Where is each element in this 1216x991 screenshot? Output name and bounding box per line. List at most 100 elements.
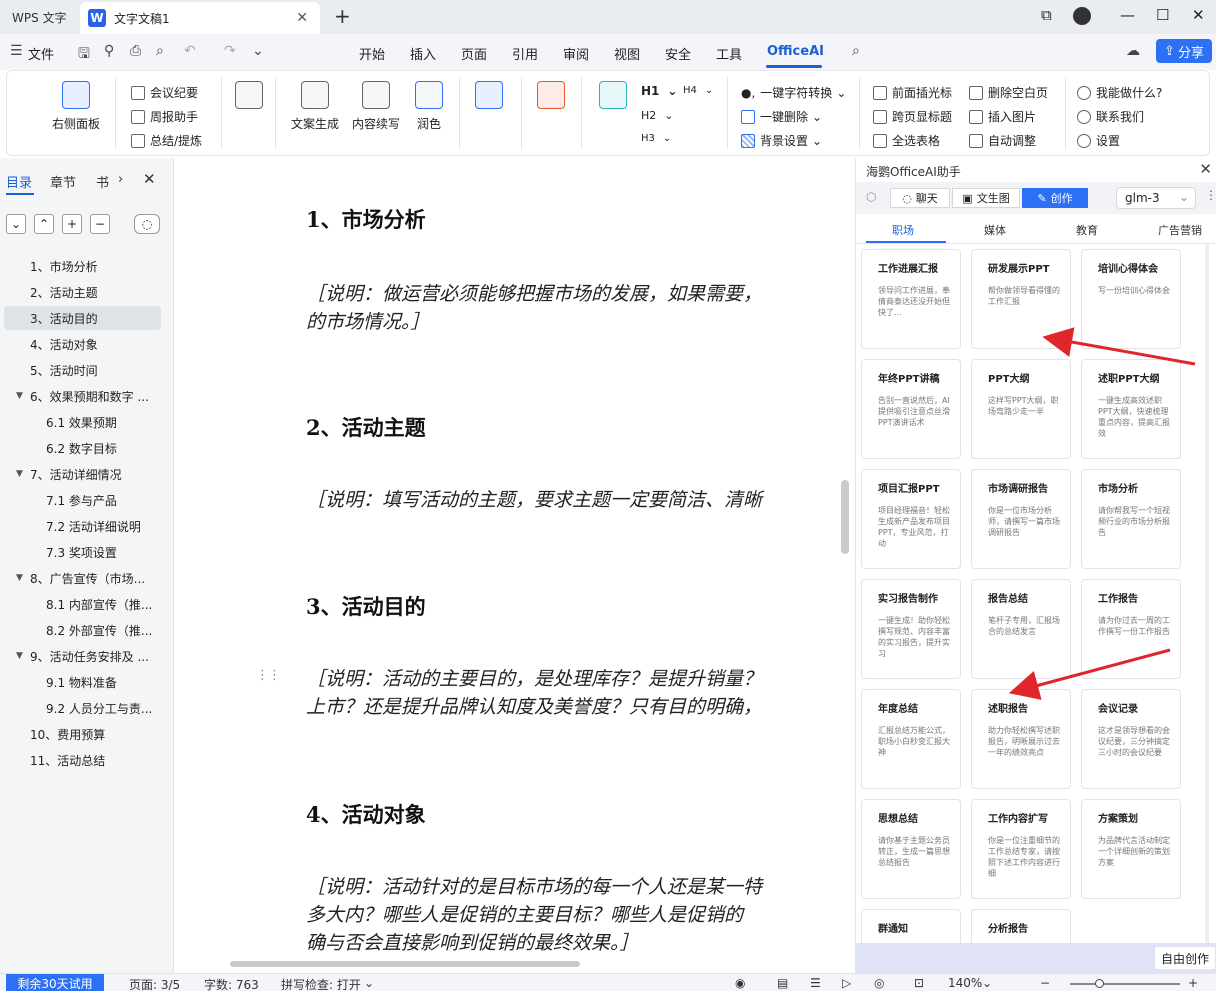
section-paragraph-line[interactable]: 多大内？哪些人是促销的主要目标？哪些人是促销的	[306, 901, 839, 929]
tab-review[interactable]: 审阅	[563, 44, 589, 63]
template-card[interactable]: 报告总结 笔杆子专用，汇报场合的总结发言	[971, 579, 1071, 679]
collapse-down-icon[interactable]: ⌄	[6, 214, 26, 234]
char-convert-button[interactable]: ●, 一键字符转换 ⌄	[741, 84, 846, 101]
section-heading[interactable]: 3、活动目的	[306, 591, 426, 621]
template-card[interactable]: 项目汇报PPT 项目经理福音！轻松生成新产品发布项目PPT，专业风范，打动	[861, 469, 961, 569]
section-paragraph-line[interactable]: ［说明：填写活动的主题，要求主题一定要简洁、清晰	[306, 486, 839, 514]
expand-arrow-icon[interactable]: ▼	[16, 391, 23, 401]
vertical-scrollbar[interactable]	[841, 480, 849, 554]
section-paragraph-line[interactable]: ［说明：活动的主要目的，是处理库存？是提升销量？	[306, 665, 839, 693]
category-advertising[interactable]: 广告营销	[1158, 222, 1202, 238]
cross-page-title-button[interactable]: 跨页显标题	[873, 108, 952, 125]
template-card[interactable]: 会议记录 这才是领导想看的会议纪要，三分钟搞定三小时的会议纪要	[1081, 689, 1181, 789]
restore-window-icon[interactable]: ⧉	[1041, 6, 1052, 24]
section-paragraph-line[interactable]: ［说明：做运营必须能够把握市场的发展，如果需要，	[306, 280, 839, 308]
close-tab-icon[interactable]: ✕	[296, 10, 308, 26]
toc-item[interactable]: ▼ 6、效果预期和数字 ...	[4, 384, 161, 408]
translate-button[interactable]	[475, 81, 503, 115]
expand-arrow-icon[interactable]: ▼	[16, 573, 23, 583]
settings-button[interactable]: 设置	[1077, 132, 1120, 149]
play-icon[interactable]: ▷	[842, 976, 851, 990]
search-icon[interactable]: ⌕	[852, 43, 860, 59]
model-select[interactable]: glm-3 ⌄	[1116, 187, 1196, 209]
zoom-slider[interactable]	[1070, 983, 1180, 985]
toc-item[interactable]: 8.2 外部宣传（推...	[4, 618, 161, 642]
panel-scrollbar[interactable]	[1205, 244, 1209, 943]
toc-item[interactable]: 4、活动对象	[4, 332, 161, 356]
section-paragraph-line[interactable]: 上市？还是提升品牌认知度及美誉度？只有目的明确，	[306, 693, 839, 721]
insert-cursor-button[interactable]: 前面插光标	[873, 84, 952, 101]
zoom-out-icon[interactable]: −	[1040, 976, 1050, 990]
spell-check[interactable]: 拼写检查: 打开	[281, 976, 361, 991]
section-heading[interactable]: 2、活动主题	[306, 412, 426, 442]
tab-view[interactable]: 视图	[614, 44, 640, 63]
tab-bookmark[interactable]: 书	[96, 172, 109, 191]
avatar[interactable]	[1073, 7, 1091, 25]
web-view-icon[interactable]: ◎	[874, 976, 884, 990]
share-button[interactable]: ⇪ 分享	[1156, 39, 1212, 63]
template-card[interactable]: 市场调研报告 你是一位市场分析师，请撰写一篇市场调研报告	[971, 469, 1071, 569]
toc-item[interactable]: 7.2 活动详细说明	[4, 514, 161, 538]
section-heading[interactable]: 4、活动对象	[306, 799, 426, 829]
tab-page[interactable]: 页面	[461, 44, 487, 63]
chevron-down-icon[interactable]: ⌄	[364, 976, 374, 990]
file-menu[interactable]: 文件	[28, 44, 54, 63]
toc-item[interactable]: 5、活动时间	[4, 358, 161, 382]
delete-blank-page-button[interactable]: 删除空白页	[969, 84, 1048, 101]
summary-button[interactable]: 总结/提炼	[131, 132, 202, 149]
tab-document[interactable]: W 文字文稿1 ✕	[80, 2, 320, 34]
expand-arrow-icon[interactable]: ▼	[16, 651, 23, 661]
free-create-button[interactable]: 自由创作	[1154, 947, 1215, 969]
chevron-down-icon[interactable]: ⌄	[982, 976, 992, 990]
heading1-button[interactable]: H1 ⌄	[641, 84, 677, 98]
tab-officeai[interactable]: OfficeAI	[767, 44, 824, 59]
toc-item[interactable]: ▼ 7、活动详细情况	[4, 462, 161, 486]
new-tab-icon[interactable]: +	[334, 4, 351, 28]
mode-chat-button[interactable]: ◌ 聊天	[890, 188, 950, 208]
tab-toc[interactable]: 目录	[6, 172, 32, 191]
zoom-in-icon[interactable]: +	[1188, 976, 1198, 990]
template-card[interactable]: 工作报告 请为你过去一周的工作撰写一份工作报告	[1081, 579, 1181, 679]
auto-adjust-button[interactable]: 自动调整	[969, 132, 1036, 149]
heading2-button[interactable]: H2 ⌄	[641, 109, 674, 122]
page-indicator[interactable]: 页面: 3/5	[129, 976, 180, 991]
section-paragraph-line[interactable]: ［说明：活动针对的是目标市场的每一个人还是某一特	[306, 873, 839, 901]
tab-security[interactable]: 安全	[665, 44, 691, 63]
template-card[interactable]: 工作进展汇报 领导问工作进展，奉倩商泰达还没开始但快了...	[861, 249, 961, 349]
template-card[interactable]: 述职报告 助力你轻松撰写述职报告，明晰展示过去一年的绩效亮点	[971, 689, 1071, 789]
title-style-button[interactable]	[599, 81, 627, 115]
tab-chapter[interactable]: 章节	[50, 172, 76, 191]
tab-start[interactable]: 开始	[359, 44, 385, 63]
mode-create-button[interactable]: ✎ 创作	[1022, 188, 1088, 208]
contact-us-button[interactable]: 联系我们	[1077, 108, 1144, 125]
smart-toc-icon[interactable]: ◌	[134, 214, 160, 234]
tab-wps-home[interactable]: WPS 文字	[0, 0, 78, 34]
maximize-icon[interactable]: ☐	[1156, 6, 1169, 24]
zoom-slider-handle[interactable]	[1095, 979, 1104, 988]
minimize-icon[interactable]: —	[1120, 6, 1135, 24]
background-setting-button[interactable]: 背景设置 ⌄	[741, 132, 822, 149]
category-job[interactable]: 职场	[892, 222, 914, 238]
toc-item[interactable]: 3、活动目的	[4, 306, 161, 330]
tab-reference[interactable]: 引用	[512, 44, 538, 63]
eye-icon[interactable]: ◉	[735, 976, 745, 990]
toc-item[interactable]: 9.2 人员分工与责...	[4, 696, 161, 720]
collapse-up-icon[interactable]: ⌃	[34, 214, 54, 234]
toc-item[interactable]: 7.3 奖项设置	[4, 540, 161, 564]
tab-insert[interactable]: 插入	[410, 44, 436, 63]
outline-view-icon[interactable]: ☰	[810, 976, 821, 990]
template-card[interactable]: 述职PPT大纲 一键生成高效述职PPT大纲，快速梳理重点内容，提高汇报效	[1081, 359, 1181, 459]
toc-item[interactable]: 8.1 内部宣传（推...	[4, 592, 161, 616]
word-count[interactable]: 字数: 763	[204, 976, 259, 991]
print-icon[interactable]: ⎙	[130, 43, 141, 59]
right-panel-button[interactable]: 右侧面板	[52, 81, 100, 132]
toc-item[interactable]: 6.2 数字目标	[4, 436, 161, 460]
select-table-button[interactable]: 全选表格	[873, 132, 940, 149]
trial-badge[interactable]: 剩余30天试用	[6, 974, 104, 991]
menu-icon[interactable]: ☰	[10, 43, 23, 59]
template-card[interactable]: PPT大纲 这样写PPT大纲，职场弯路少走一半	[971, 359, 1071, 459]
toc-item[interactable]: 11、活动总结	[4, 748, 161, 772]
template-card[interactable]: 培训心得体会 写一份培训心得体会	[1081, 249, 1181, 349]
horizontal-scrollbar[interactable]	[230, 961, 580, 967]
category-education[interactable]: 教育	[1076, 222, 1098, 238]
